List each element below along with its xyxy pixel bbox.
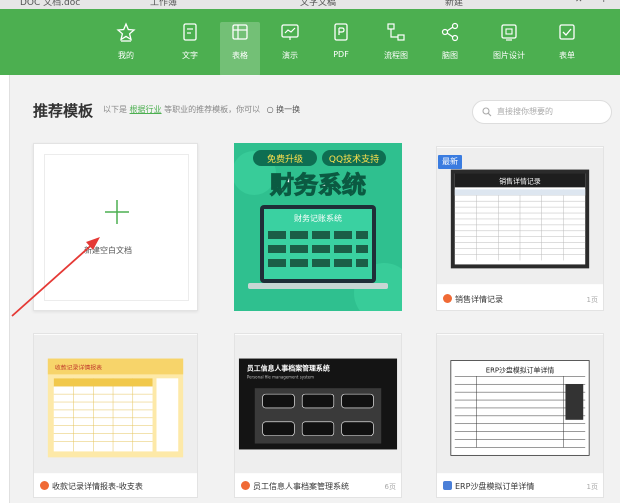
- tab-label: 文字: [182, 51, 198, 60]
- tab-label: 流程图: [384, 51, 408, 60]
- new-tab-icon[interactable]: +: [600, 0, 608, 9]
- search-icon: [482, 107, 492, 117]
- close-icon[interactable]: ✕: [575, 0, 583, 9]
- form-icon: [559, 24, 575, 40]
- tab-label: 图片设计: [493, 51, 525, 60]
- template-label: 销售详情记录: [443, 294, 503, 305]
- receipts-template-thumbnail: 收款记录详情报表: [34, 334, 197, 474]
- tab-mindmap[interactable]: 脑图: [430, 21, 470, 61]
- industry-link[interactable]: 根据行业: [130, 105, 162, 114]
- tab-my[interactable]: 我的: [106, 21, 146, 61]
- tab-label: 表格: [232, 51, 248, 60]
- template-label: 收款记录详情报表-收支表: [40, 481, 143, 492]
- blank-page-preview: [44, 154, 189, 301]
- search-input[interactable]: 直接搜你想要的: [472, 100, 612, 124]
- page-count: 1页: [586, 483, 598, 491]
- tab-label: 脑图: [442, 51, 458, 60]
- tab-spreadsheet[interactable]: 表格: [220, 21, 260, 61]
- star-icon: [116, 22, 136, 42]
- tab-label: 表单: [559, 51, 575, 60]
- browser-tab-strip: DOC 文档.doc 工作簿 文字文稿 新建 ✕ +: [0, 0, 620, 9]
- banner-free-upgrade: 免费升级: [267, 153, 303, 165]
- template-type-icon: [443, 481, 452, 490]
- template-type-icon: [40, 481, 49, 490]
- plus-icon: [105, 200, 129, 224]
- tab-pdf[interactable]: PDF: [321, 21, 361, 59]
- sheet-subtitle: Personal file management system: [247, 374, 314, 379]
- template-card-finance[interactable]: 免费升级 QQ技术支持 财务系统 财务记账系统: [234, 143, 402, 311]
- new-blank-label: 新建空白文档: [84, 246, 132, 255]
- browser-tab[interactable]: 工作簿: [150, 0, 177, 9]
- table-icon: [232, 24, 248, 40]
- left-sidebar-edge: [0, 75, 10, 503]
- tab-presentation[interactable]: 演示: [270, 21, 310, 61]
- presentation-icon: [281, 24, 299, 40]
- section-subtitle: 以下是 根据行业 等职业的推荐模板，你可以 ○ 换一换: [103, 105, 301, 114]
- template-type-icon: [443, 294, 452, 303]
- browser-tab[interactable]: 文字文稿: [300, 0, 336, 9]
- sheet-title: ERP沙盘模拟订单详情: [486, 365, 555, 374]
- erp-template-thumbnail: ERP沙盘模拟订单详情: [437, 334, 603, 474]
- page-count: 1页: [586, 296, 598, 304]
- tab-label: PDF: [333, 50, 349, 59]
- template-type-icon: [241, 481, 250, 490]
- mindmap-icon: [441, 22, 459, 42]
- new-blank-document-card[interactable]: 新建空白文档: [33, 143, 198, 311]
- search-placeholder: 直接搜你想要的: [497, 107, 553, 116]
- tab-label: 我的: [118, 51, 134, 60]
- screen-title: 财务记账系统: [294, 213, 342, 223]
- document-icon: [183, 23, 197, 41]
- template-card-erp[interactable]: ERP沙盘模拟订单详情 ERP沙盘模拟订单详情 1页: [436, 333, 604, 498]
- new-badge: 最新: [438, 155, 462, 169]
- category-toolbar: 我的 文字 表格 演示 PDF 流程图 脑图 图片设计 表单: [0, 9, 620, 76]
- image-design-icon: [501, 24, 517, 41]
- template-label: 员工信息人事档案管理系统: [241, 481, 349, 492]
- finance-title: 财务系统: [270, 171, 366, 199]
- page-count: 6页: [384, 483, 396, 491]
- sheet-title: 收款记录详情报表: [55, 363, 102, 371]
- template-card-receipts[interactable]: 收款记录详情报表 收款记录详情报表-收支表: [33, 333, 198, 498]
- template-card-employee[interactable]: 员工信息人事档案管理系统 Personal file management sy…: [234, 333, 402, 498]
- tab-image-design[interactable]: 图片设计: [489, 21, 529, 61]
- banner-qq-support: QQ技术支持: [329, 153, 379, 165]
- template-label: ERP沙盘模拟订单详情: [443, 481, 534, 492]
- browser-tab[interactable]: DOC 文档.doc: [20, 0, 80, 9]
- browser-tab[interactable]: 新建: [445, 0, 463, 9]
- pdf-icon: [334, 23, 348, 41]
- section-title: 推荐模板: [33, 102, 94, 120]
- tab-writer[interactable]: 文字: [170, 21, 210, 61]
- tab-label: 演示: [282, 51, 298, 60]
- sheet-title: 员工信息人事档案管理系统: [247, 363, 330, 372]
- employee-template-thumbnail: 员工信息人事档案管理系统 Personal file management sy…: [235, 334, 401, 474]
- sheet-title: 销售详情记录: [499, 176, 541, 185]
- tab-form[interactable]: 表单: [547, 21, 587, 61]
- template-card-sales[interactable]: 销售详情记录 销售详情记录 1页: [436, 146, 604, 311]
- refresh-button[interactable]: ○ 换一换: [267, 105, 301, 114]
- tab-flowchart[interactable]: 流程图: [376, 21, 416, 61]
- finance-template-thumbnail: 免费升级 QQ技术支持 财务系统 财务记账系统: [234, 143, 402, 311]
- flowchart-icon: [387, 23, 405, 41]
